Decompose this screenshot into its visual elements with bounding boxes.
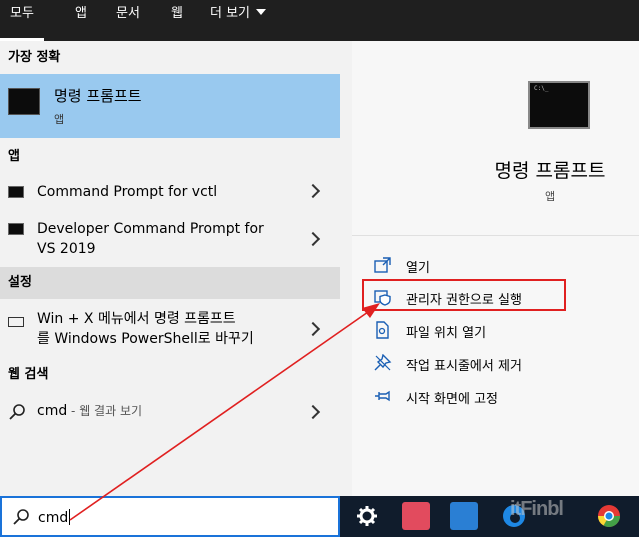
search-filter-bar: 모두 앱 문서 웹 더 보기 <box>0 0 639 41</box>
list-item-label-line2: 를 Windows PowerShell로 바꾸기 <box>37 331 254 347</box>
list-item-label: Command Prompt for vctl <box>37 184 218 200</box>
caret-down-icon <box>256 9 267 15</box>
list-item-label-line1: Developer Command Prompt for <box>37 221 264 237</box>
list-item-settings-winx[interactable]: Win + X 메뉴에서 명령 프롬프트 를 Windows PowerShel… <box>0 305 340 353</box>
action-pin-start-label: 시작 화면에 고정 <box>406 392 498 407</box>
list-item-web-search[interactable]: cmd - 웹 결과 보기 <box>0 397 340 429</box>
detail-panel: 명령 프롬프트 앱 열기 관리자 권한으로 실행 파일 위치 열기 작업 표시줄… <box>352 41 639 496</box>
divider <box>352 235 639 236</box>
settings-icon <box>8 317 24 327</box>
tab-all[interactable]: 모두 <box>0 0 44 41</box>
action-open-file-location[interactable]: 파일 위치 열기 <box>374 319 624 343</box>
section-web-search: 웹 검색 <box>8 367 49 382</box>
list-item-label-line2: VS 2019 <box>37 241 96 257</box>
file-location-icon <box>376 321 389 339</box>
tab-more-label: 더 보기 <box>210 6 251 21</box>
terminal-icon <box>8 186 24 198</box>
pin-start-icon <box>375 390 390 402</box>
app-window-icon[interactable] <box>450 502 478 530</box>
tab-web[interactable]: 웹 <box>171 0 183 41</box>
section-apps: 앱 <box>8 149 20 164</box>
watermark-logo: itFinbl <box>510 498 564 520</box>
annotation-highlight-box <box>362 279 566 311</box>
taskbar <box>340 496 639 537</box>
detail-title: 명령 프롬프트 <box>494 160 606 182</box>
best-match-item[interactable]: 명령 프롬프트 앱 <box>0 74 340 138</box>
chevron-right-icon[interactable] <box>305 321 321 337</box>
web-search-query: cmd <box>37 403 68 419</box>
search-input[interactable]: cmd <box>38 509 71 526</box>
search-icon <box>13 509 29 525</box>
list-item-command-prompt-vctl[interactable]: Command Prompt for vctl <box>0 176 340 208</box>
chevron-right-icon[interactable] <box>305 404 321 420</box>
action-open[interactable]: 열기 <box>374 254 624 278</box>
action-open-label: 열기 <box>406 261 430 276</box>
best-match-title: 명령 프롬프트 <box>54 87 142 105</box>
unpin-taskbar-icon <box>374 354 392 371</box>
terminal-icon <box>8 88 40 115</box>
best-match-subtitle: 앱 <box>54 113 65 126</box>
chevron-right-icon[interactable] <box>305 183 321 199</box>
terminal-icon <box>8 223 24 235</box>
settings-gear-icon[interactable] <box>353 502 381 530</box>
chevron-right-icon[interactable] <box>305 231 321 247</box>
media-app-icon[interactable] <box>402 502 430 530</box>
text-cursor <box>69 509 71 525</box>
chrome-icon[interactable] <box>595 502 623 530</box>
detail-subtitle: 앱 <box>544 190 556 203</box>
tab-apps[interactable]: 앱 <box>75 0 87 41</box>
list-item-developer-command-prompt[interactable]: Developer Command Prompt for VS 2019 <box>0 215 340 263</box>
tab-documents[interactable]: 문서 <box>116 0 140 41</box>
open-icon <box>374 257 391 273</box>
action-pin-start[interactable]: 시작 화면에 고정 <box>374 385 624 409</box>
search-box[interactable]: cmd <box>0 496 340 537</box>
list-item-label-line1: Win + X 메뉴에서 명령 프롬프트 <box>37 311 236 327</box>
action-open-file-location-label: 파일 위치 열기 <box>406 326 487 341</box>
section-best-match: 가장 정확 <box>8 50 61 65</box>
search-icon <box>9 404 25 420</box>
tab-more[interactable]: 더 보기 <box>210 0 267 41</box>
terminal-icon <box>528 81 590 129</box>
web-search-text: cmd - 웹 결과 보기 <box>37 401 142 421</box>
search-input-value: cmd <box>38 510 69 526</box>
results-panel: 가장 정확 명령 프롬프트 앱 앱 Command Prompt for vct… <box>0 41 340 496</box>
web-search-suffix: - 웹 결과 보기 <box>67 404 143 418</box>
section-settings: 설정 <box>0 267 340 299</box>
action-unpin-taskbar-label: 작업 표시줄에서 제거 <box>406 359 522 374</box>
action-unpin-taskbar[interactable]: 작업 표시줄에서 제거 <box>374 352 624 376</box>
